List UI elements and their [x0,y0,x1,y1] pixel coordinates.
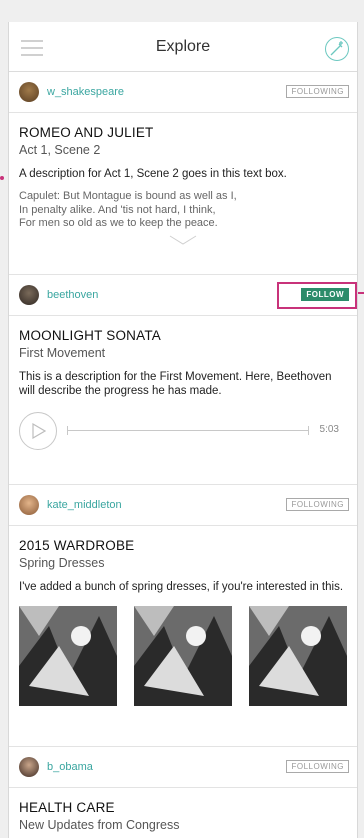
post-content: ROMEO AND JULIET Act 1, Scene 2 A descri… [9,113,357,274]
image-gallery [19,606,347,706]
username[interactable]: kate_middleton [47,499,122,511]
top-bar: Explore [9,22,357,72]
post-title: HEALTH CARE [19,800,115,815]
avatar[interactable] [19,82,39,102]
post-title: 2015 WARDROBE [19,538,135,553]
post-quote: Capulet: But Montague is bound as well a… [19,190,347,231]
post-description: I've added a bunch of spring dresses, if… [19,581,344,593]
post-subtitle: First Movement [19,346,106,360]
chevron-down-icon[interactable] [169,235,197,245]
gallery-image[interactable] [249,606,347,706]
following-button[interactable]: FOLLOWING [286,498,349,511]
post-user-bar: kate_middleton FOLLOWING [9,485,357,526]
avatar[interactable] [19,285,39,305]
play-icon [32,423,46,439]
audio-progress-track[interactable] [67,426,309,435]
audio-player: 5:03 [19,404,347,456]
username[interactable]: w_shakespeare [47,86,124,98]
gallery-image[interactable] [19,606,117,706]
following-button[interactable]: FOLLOWING [286,85,349,98]
post-content: HEALTH CARE New Updates from Congress [9,788,357,832]
quote-line: Capulet: But Montague is bound as well a… [19,190,237,202]
following-button[interactable]: FOLLOWING [286,760,349,773]
post-description: This is a description for the First Move… [19,371,332,397]
post-content: 2015 WARDROBE Spring Dresses I've added … [9,526,357,746]
post-title: ROMEO AND JULIET [19,125,154,140]
explore-screen: Explore w_shakespeare FOLLOWING ROMEO AN… [8,22,358,838]
avatar[interactable] [19,757,39,777]
avatar[interactable] [19,495,39,515]
gallery-image[interactable] [134,606,232,706]
username[interactable]: b_obama [47,761,93,773]
annotation-marker-left [0,176,4,180]
post-subtitle: Spring Dresses [19,556,105,570]
post-subtitle: New Updates from Congress [19,818,180,832]
post-title: MOONLIGHT SONATA [19,328,161,343]
quote-line: In penalty alike. And 'tis not hard, I t… [19,203,216,216]
highlight-box [277,282,357,309]
post-user-bar: b_obama FOLLOWING [9,747,357,788]
play-button[interactable] [19,412,57,450]
username[interactable]: beethoven [47,289,98,301]
post-user-bar: w_shakespeare FOLLOWING [9,72,357,113]
page-title: Explore [155,38,211,55]
post-user-bar: beethoven FOLLOW [9,275,357,316]
post-subtitle: Act 1, Scene 2 [19,143,101,157]
quote-line: For men so old as we to keep the peace. [19,217,218,229]
audio-duration: 5:03 [319,424,339,435]
compose-icon[interactable] [325,37,349,61]
post-description: A description for Act 1, Scene 2 goes in… [19,168,287,180]
post-content: MOONLIGHT SONATA First Movement This is … [9,316,357,484]
